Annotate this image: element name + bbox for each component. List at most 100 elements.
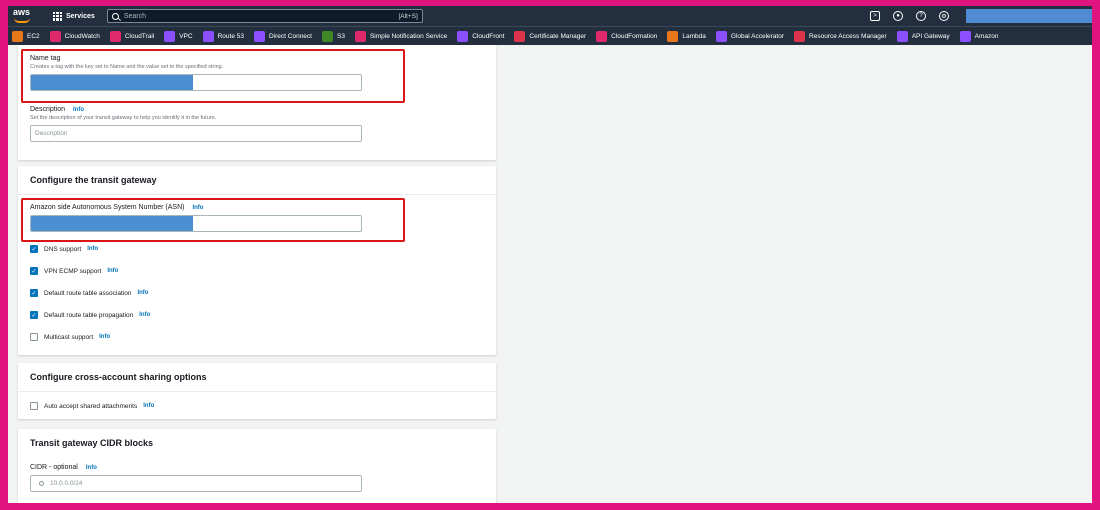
configure-panel: Configure the transit gateway Amazon sid… — [18, 166, 496, 355]
asn-highlight-box — [21, 198, 405, 242]
cidr-header: Transit gateway CIDR blocks — [30, 438, 154, 448]
search-icon — [39, 481, 44, 486]
search-input[interactable]: Search [Alt+S] — [106, 9, 423, 23]
service-icon — [959, 30, 971, 42]
name-tag-highlight-box — [21, 49, 405, 103]
checkbox-row[interactable]: ✓ Default route table association Info — [30, 282, 150, 304]
favorite-resource-access-manager[interactable]: Resource Access Manager — [794, 30, 887, 42]
checkbox-label: Multicast support — [44, 333, 94, 341]
favorite-simple-notification-service[interactable]: Simple Notification Service — [354, 30, 448, 42]
service-icon — [321, 30, 333, 42]
service-icon — [202, 30, 214, 42]
service-icon — [667, 30, 679, 42]
favorite-vpc[interactable]: VPC — [164, 30, 193, 42]
service-icon — [896, 30, 908, 42]
favorite-lambda[interactable]: Lambda — [667, 30, 706, 42]
service-icon — [354, 30, 366, 42]
favorite-label: Route 53 — [217, 32, 244, 40]
favorite-cloudwatch[interactable]: CloudWatch — [49, 30, 100, 42]
checkbox[interactable]: ✓ — [30, 289, 38, 297]
checkbox-label: Default route table propagation — [44, 311, 134, 319]
checkbox[interactable]: ✓ — [30, 245, 38, 253]
nav-right-group: > ● ? ⚙ — [870, 9, 1092, 23]
description-label-text: Description — [30, 106, 66, 113]
favorite-global-accelerator[interactable]: Global Accelerator — [715, 30, 785, 42]
favorite-label: Simple Notification Service — [369, 32, 448, 40]
description-input[interactable]: Description — [30, 125, 362, 142]
checkbox-row[interactable]: ✓ DNS support Info — [30, 238, 150, 260]
info-link[interactable]: Info — [139, 312, 150, 318]
favorite-label: EC2 — [27, 32, 40, 40]
favorite-label: CloudFormation — [611, 32, 658, 40]
info-link[interactable]: Info — [137, 290, 148, 296]
search-shortcut: [Alt+S] — [398, 12, 418, 20]
checkbox-label: Default route table association — [44, 289, 132, 297]
service-icon — [49, 30, 61, 42]
favorites-bar: EC2 CloudWatch CloudTrail VPC Route 53 Direct… — [8, 26, 1092, 45]
favorite-label: API Gateway — [911, 32, 950, 40]
service-icon — [164, 30, 176, 42]
favorite-label: Resource Access Manager — [809, 32, 887, 40]
favorite-cloudformation[interactable]: CloudFormation — [596, 30, 658, 42]
services-label: Services — [66, 12, 95, 20]
cidr-label-text: CIDR - optional — [30, 464, 78, 471]
checkbox-row[interactable]: ✓ VPN ECMP support Info — [30, 260, 150, 282]
favorite-label: VPC — [179, 32, 193, 40]
help-icon[interactable]: ? — [916, 11, 926, 21]
favorite-label: Certificate Manager — [529, 32, 587, 40]
service-icon — [715, 30, 727, 42]
aws-smile-icon — [14, 18, 30, 23]
service-icon — [794, 30, 806, 42]
info-link[interactable]: Info — [107, 268, 118, 274]
account-menu-redacted[interactable] — [966, 9, 1092, 23]
favorite-certificate-manager[interactable]: Certificate Manager — [514, 30, 587, 42]
aws-logo[interactable]: aws — [13, 8, 39, 24]
configure-header: Configure the transit gateway — [18, 166, 496, 195]
favorite-route-53[interactable]: Route 53 — [202, 30, 244, 42]
service-icon — [514, 30, 526, 42]
checkbox[interactable]: ✓ — [30, 267, 38, 275]
cidr-label: CIDR - optional Info — [30, 464, 362, 471]
cidr-input[interactable]: 10.0.0.0/24 — [30, 475, 362, 492]
notifications-icon[interactable]: ● — [893, 11, 903, 21]
service-icon — [457, 30, 469, 42]
auto-accept-checkbox[interactable] — [30, 402, 38, 410]
description-label: Description Info — [30, 106, 362, 113]
cloudshell-icon[interactable]: > — [870, 11, 880, 21]
favorite-cloudfront[interactable]: CloudFront — [457, 30, 505, 42]
favorite-direct-connect[interactable]: Direct Connect — [253, 30, 312, 42]
checkbox[interactable] — [30, 333, 38, 341]
info-link[interactable]: Info — [99, 334, 110, 340]
favorite-label: Global Accelerator — [730, 32, 785, 40]
description-info-link[interactable]: Info — [73, 107, 84, 113]
info-link[interactable]: Info — [87, 246, 98, 252]
checkbox-label: VPN ECMP support — [44, 267, 102, 275]
settings-icon[interactable]: ⚙ — [939, 11, 949, 21]
auto-accept-info-link[interactable]: Info — [143, 403, 154, 409]
service-icon — [12, 30, 23, 42]
cidr-panel: Transit gateway CIDR blocks CIDR - optio… — [18, 429, 496, 503]
browser-frame: aws Services Search [Alt+S] > ● ? ⚙ EC2 C… — [8, 6, 1092, 503]
favorite-api-gateway[interactable]: API Gateway — [896, 30, 950, 42]
favorite-label: Lambda — [682, 32, 706, 40]
checkbox-row[interactable]: ✓ Default route table propagation Info — [30, 304, 150, 326]
search-placeholder: Search — [123, 12, 146, 20]
favorite-label: CloudWatch — [64, 32, 100, 40]
favorite-cloudtrail[interactable]: CloudTrail — [109, 30, 154, 42]
favorite-s3[interactable]: S3 — [321, 30, 345, 42]
checkbox-label: DNS support — [44, 245, 82, 253]
services-button[interactable]: Services — [53, 11, 95, 21]
favorite-ec2[interactable]: EC2 — [12, 30, 40, 42]
auto-accept-label: Auto accept shared attachments — [44, 402, 138, 410]
favorite-label: CloudFront — [472, 32, 505, 40]
checkbox-row[interactable]: Multicast support Info — [30, 326, 150, 348]
auto-accept-row[interactable]: Auto accept shared attachments Info — [30, 395, 484, 417]
sharing-panel: Configure cross-account sharing options … — [18, 363, 496, 419]
favorite-amazon[interactable]: Amazon — [959, 30, 999, 42]
cidr-placeholder: 10.0.0.0/24 — [50, 480, 83, 487]
description-placeholder: Description — [35, 130, 68, 137]
checkbox[interactable]: ✓ — [30, 311, 38, 319]
favorite-label: Amazon — [974, 32, 999, 40]
aws-logo-text: aws — [13, 7, 31, 17]
cidr-info-link[interactable]: Info — [86, 465, 97, 471]
